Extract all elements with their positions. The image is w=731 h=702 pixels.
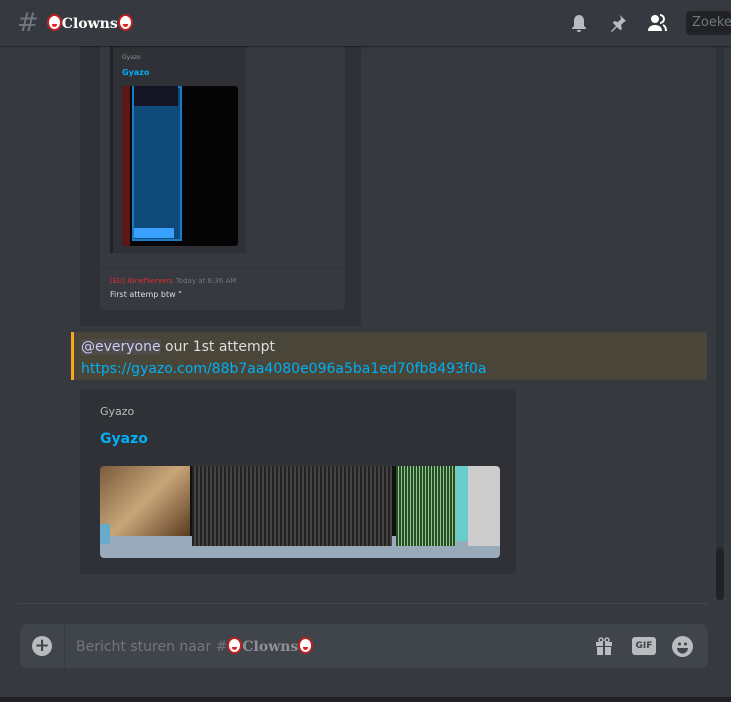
scrollbar[interactable] bbox=[716, 46, 724, 601]
message-timestamp: Today at 6:36 AM bbox=[175, 277, 237, 285]
everyone-mention[interactable]: @everyone bbox=[81, 339, 161, 355]
emoji-picker-icon[interactable] bbox=[672, 636, 693, 657]
embed-title: Gyazo bbox=[122, 68, 150, 77]
bell-icon[interactable] bbox=[569, 13, 589, 33]
clown-emoji-icon bbox=[298, 637, 314, 654]
message-mentioned: @everyone our 1st attempt https://gyazo.… bbox=[71, 332, 707, 380]
screenshot-embed: Gyazo Gyazo bbox=[110, 46, 246, 253]
embed-provider: Gyazo bbox=[100, 405, 135, 418]
clown-emoji-icon bbox=[117, 14, 133, 31]
scrollbar-thumb[interactable] bbox=[716, 548, 724, 600]
composer-placeholder[interactable]: Bericht sturen naar # Clowns bbox=[76, 637, 314, 655]
gif-button[interactable]: GIF bbox=[632, 637, 656, 655]
clown-emoji-icon bbox=[227, 637, 243, 654]
gift-icon[interactable] bbox=[594, 636, 614, 656]
embed-image[interactable] bbox=[100, 466, 500, 558]
embed-provider: Gyazo bbox=[122, 54, 141, 61]
member-list-icon[interactable] bbox=[647, 13, 667, 33]
message-link[interactable]: https://gyazo.com/88b7aa4080e096a5ba1ed7… bbox=[81, 361, 486, 377]
message-text: our 1st attempt bbox=[160, 339, 276, 355]
message-text: First attemp btw " bbox=[110, 290, 182, 299]
message-composer[interactable]: + Bericht sturen naar # Clowns GIF bbox=[20, 624, 708, 668]
channel-hash-icon: # bbox=[17, 8, 39, 38]
embed-image bbox=[122, 86, 238, 246]
screenshot-message-card: Gyazo Gyazo [EU] iGriefServers Today at 6… bbox=[100, 46, 345, 310]
channel-header: # Clowns Zoeken bbox=[0, 0, 731, 46]
message-author: [EU] iGriefServers Today at 6:36 AM bbox=[110, 277, 237, 285]
link-embed: Gyazo Gyazo bbox=[80, 389, 516, 574]
pin-icon[interactable] bbox=[608, 13, 628, 33]
embed-title-link[interactable]: Gyazo bbox=[100, 431, 148, 447]
search-input[interactable]: Zoeken bbox=[686, 11, 731, 35]
upload-plus-icon[interactable]: + bbox=[32, 636, 52, 656]
clown-emoji-icon bbox=[46, 14, 62, 31]
channel-title: Clowns bbox=[46, 14, 133, 32]
shared-screenshot-image[interactable]: Gyazo Gyazo [EU] iGriefServers Today at 6… bbox=[80, 46, 361, 326]
